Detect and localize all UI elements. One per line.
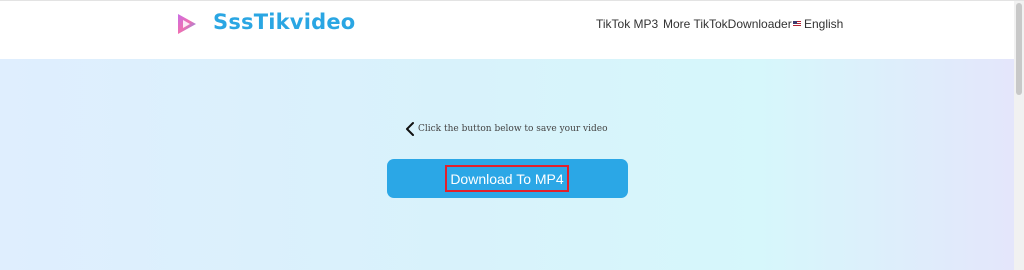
language-label: English [804,17,844,31]
page: SssTikvideo TikTok MP3 More TikTokDownlo… [0,0,1024,270]
page-scrollbar[interactable] [1014,1,1024,270]
language-selector[interactable]: English [793,17,843,31]
play-logo-icon[interactable] [174,11,200,37]
site-header: SssTikvideo TikTok MP3 More TikTokDownlo… [0,1,1014,59]
chevron-left-icon [406,122,414,136]
download-label-highlight: Download To MP4 [445,165,569,192]
download-hint: Click the button below to save your vide… [404,121,608,137]
download-label: Download To MP4 [450,170,564,187]
nav-tiktok-mp3[interactable]: TikTok MP3 [596,17,658,31]
hint-text: Click the button below to save your vide… [418,124,608,134]
nav-more-downloader[interactable]: More TikTokDownloader [663,17,792,31]
us-flag-icon [793,21,801,27]
scrollbar-thumb[interactable] [1016,3,1022,95]
download-mp4-button[interactable]: Download To MP4 [387,159,628,198]
brand-name[interactable]: SssTikvideo [213,10,355,34]
